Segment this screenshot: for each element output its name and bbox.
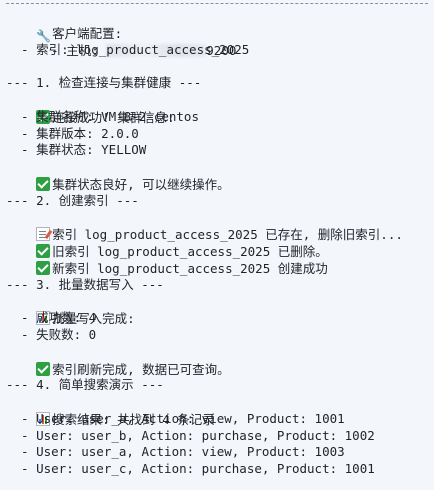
cluster-version-line: - 集群版本: 2.0.0 bbox=[6, 125, 139, 141]
step2-header: --- 2. 创建索引 --- bbox=[6, 192, 139, 208]
refresh-done-text: 索引刷新完成, 数据已可查询。 bbox=[52, 361, 230, 377]
console-output: 🔧客户端配置: - 主机: 9200 - 索引: log_product_acc… bbox=[0, 0, 434, 490]
list-item: - User: user_a, Action: view, Product: 1… bbox=[6, 410, 345, 426]
success-count-line: - 成功数: 4 bbox=[6, 310, 97, 326]
step4-header: --- 4. 简单搜索演示 --- bbox=[6, 377, 164, 393]
list-item: - User: user_c, Action: purchase, Produc… bbox=[6, 461, 375, 477]
client-config-title: 🔧客户端配置: bbox=[6, 7, 122, 43]
cluster-status-line: - 集群状态: YELLOW bbox=[6, 142, 147, 158]
step3-header: --- 3. 批量数据写入 --- bbox=[6, 276, 164, 292]
index-exists-line: 索引 log_product_access_2025 已存在, 删除旧索引... bbox=[6, 208, 403, 242]
index-line: - 索引: log_product_access_2025 bbox=[6, 41, 250, 57]
list-item: - User: user_b, Action: purchase, Produc… bbox=[6, 427, 375, 443]
check-icon bbox=[36, 177, 51, 192]
status-ok-text: 集群状态良好, 可以继续操作。 bbox=[52, 177, 230, 193]
cluster-name-line: - 集群名称: VM-8-2-centos bbox=[6, 108, 199, 124]
search-result-line: 搜索结果: 共找到 4 条记录 bbox=[6, 393, 215, 427]
step1-header: --- 1. 检查连接与集群健康 --- bbox=[6, 75, 202, 91]
check-icon bbox=[36, 261, 51, 275]
connected-line: 连接成功! 集群信息: bbox=[6, 91, 175, 125]
separator-line bbox=[6, 3, 428, 4]
status-ok-line: 集群状态良好, 可以继续操作。 bbox=[6, 158, 230, 192]
bulk-done-line: 批量写入完成: bbox=[6, 292, 135, 326]
list-item: - User: user_a, Action: view, Product: 1… bbox=[6, 444, 345, 460]
index-created-text: 新索引 log_product_access_2025 创建成功 bbox=[52, 261, 328, 276]
failed-count-line: - 失败数: 0 bbox=[6, 326, 97, 342]
refresh-done-line: 索引刷新完成, 数据已可查询。 bbox=[6, 343, 230, 377]
check-icon bbox=[36, 361, 51, 376]
host-line: - 主机: 9200 bbox=[6, 24, 236, 58]
index-deleted-line: 旧索引 log_product_access_2025 已删除。 bbox=[6, 225, 328, 259]
index-created-line: 新索引 log_product_access_2025 创建成功 bbox=[6, 242, 328, 276]
